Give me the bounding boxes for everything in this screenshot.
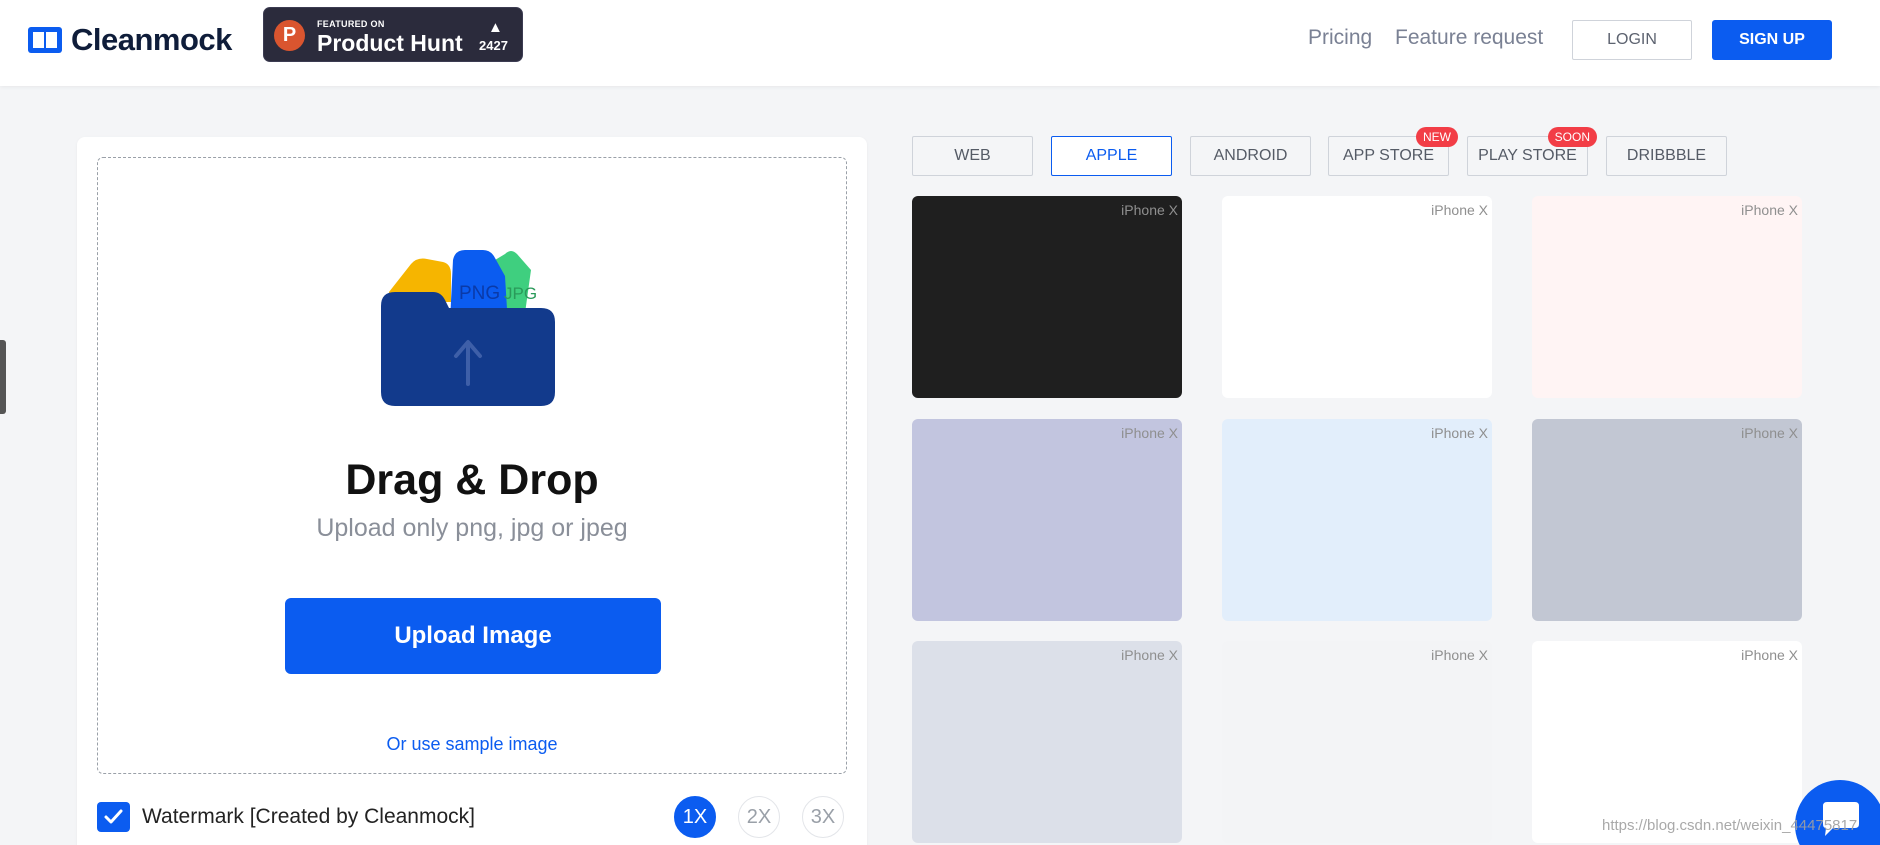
drop-zone-title: Drag & Drop	[345, 456, 599, 504]
mockup-card-label: iPhone X	[1121, 425, 1178, 441]
image-watermark-url: https://blog.csdn.net/weixin_44475817	[1602, 817, 1858, 834]
upload-image-button[interactable]: Upload Image	[285, 598, 661, 674]
mockup-card-label: iPhone X	[1121, 647, 1178, 663]
mockup-card-label: iPhone X	[1741, 647, 1798, 663]
watermark-label: Watermark [Created by Cleanmock]	[142, 805, 475, 828]
logo[interactable]: Cleanmock	[28, 22, 232, 58]
sample-image-link[interactable]: Or use sample image	[98, 734, 846, 755]
scale-2x-button[interactable]: 2X	[738, 796, 780, 838]
tab-play-store-label: PLAY STORE	[1478, 147, 1577, 164]
drop-zone-subtitle: Upload only png, jpg or jpeg	[316, 514, 628, 542]
nav-pricing-link[interactable]: Pricing	[1308, 26, 1372, 50]
product-hunt-featured-label: FEATURED ON	[317, 19, 385, 29]
mockup-card[interactable]: iPhone X	[1532, 196, 1802, 398]
scale-3x-button[interactable]: 3X	[802, 796, 844, 838]
checkmark-icon	[104, 809, 123, 824]
tab-play-store[interactable]: PLAY STORE SOON	[1467, 127, 1597, 176]
logo-text: Cleanmock	[71, 22, 232, 57]
mockup-card[interactable]: iPhone X	[1532, 641, 1802, 843]
mockup-card-label: iPhone X	[1431, 647, 1488, 663]
drop-zone[interactable]: PNG JPG Drag & Drop Upload only png, jpg…	[97, 157, 847, 774]
tab-android[interactable]: ANDROID	[1190, 136, 1311, 176]
mockup-card[interactable]: iPhone X	[1222, 196, 1492, 398]
tab-web[interactable]: WEB	[912, 136, 1033, 176]
watermark-checkbox[interactable]	[97, 802, 130, 832]
mockup-card[interactable]: iPhone X	[912, 196, 1182, 398]
mockup-card-label: iPhone X	[1741, 425, 1798, 441]
tab-app-store[interactable]: APP STORE NEW	[1328, 127, 1458, 176]
login-button[interactable]: LOGIN	[1572, 20, 1692, 60]
nav-feature-request-link[interactable]: Feature request	[1395, 26, 1543, 50]
mockup-card[interactable]: iPhone X	[912, 419, 1182, 621]
product-hunt-badge[interactable]: P FEATURED ON Product Hunt ▲ 2427	[263, 7, 523, 62]
png-label: PNG	[459, 283, 500, 304]
folder-upload-icon: PNG JPG	[381, 250, 555, 406]
tab-apple[interactable]: APPLE	[1051, 136, 1172, 176]
upvote-arrow-icon: ▲	[488, 19, 503, 36]
tab-app-store-label: APP STORE	[1343, 147, 1434, 164]
mockup-card[interactable]: iPhone X	[912, 641, 1182, 843]
jpg-label: JPG	[504, 284, 537, 303]
side-drawer-handle[interactable]	[0, 340, 6, 414]
mockup-card[interactable]: iPhone X	[1222, 641, 1492, 843]
product-hunt-name: Product Hunt	[317, 30, 463, 56]
top-header: Cleanmock P FEATURED ON Product Hunt ▲ 2…	[0, 0, 1880, 86]
upload-panel: PNG JPG Drag & Drop Upload only png, jpg…	[77, 137, 867, 845]
logo-icon	[28, 27, 62, 53]
upvote-count: 2427	[479, 38, 508, 53]
soon-badge: SOON	[1547, 127, 1597, 147]
mockup-card-label: iPhone X	[1121, 202, 1178, 218]
mockup-card[interactable]: iPhone X	[1532, 419, 1802, 621]
mockup-card-label: iPhone X	[1431, 202, 1488, 218]
new-badge: NEW	[1416, 127, 1458, 147]
mockup-card-label: iPhone X	[1741, 202, 1798, 218]
scale-1x-button[interactable]: 1X	[674, 796, 716, 838]
mockup-card-label: iPhone X	[1431, 425, 1488, 441]
tab-dribbble[interactable]: DRIBBBLE	[1606, 136, 1727, 176]
mockup-card[interactable]: iPhone X	[1222, 419, 1492, 621]
signup-button[interactable]: SIGN UP	[1712, 20, 1832, 60]
chat-button[interactable]	[1795, 780, 1880, 845]
product-hunt-icon: P	[274, 20, 305, 51]
